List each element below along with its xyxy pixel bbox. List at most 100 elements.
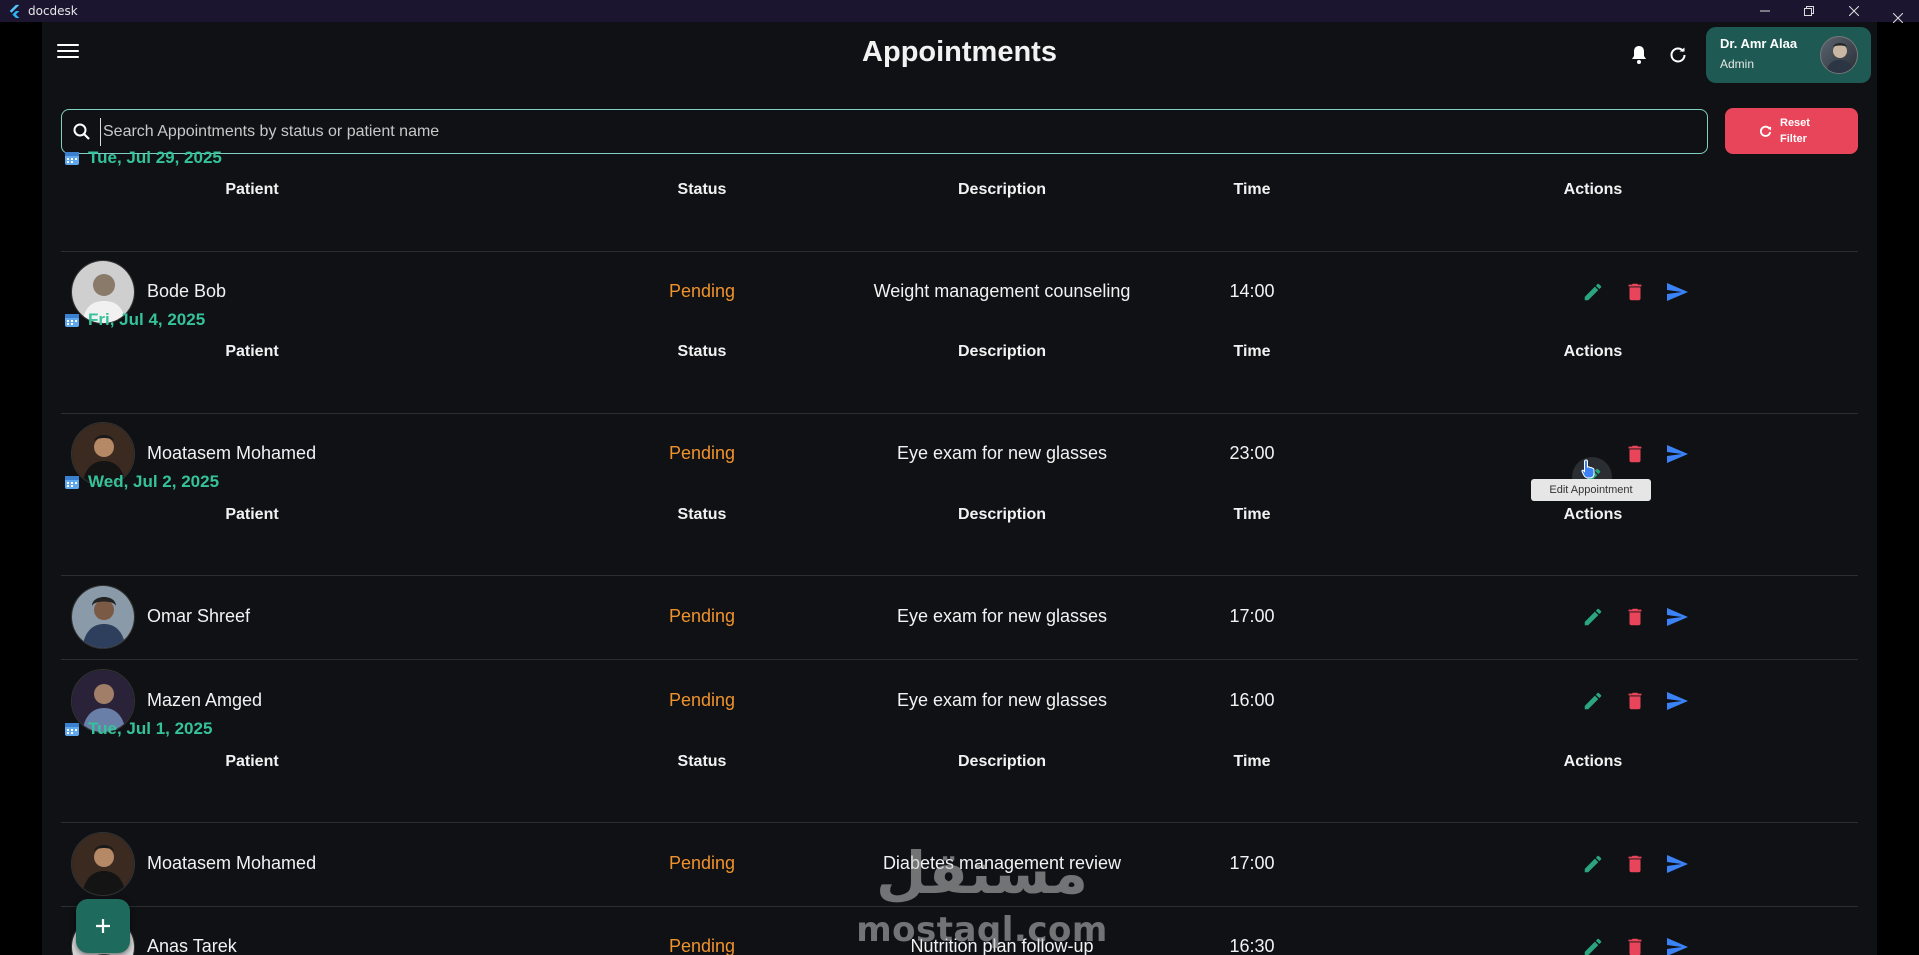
pencil-icon [1584,608,1602,626]
date-header: Fri, Jul 4, 2025 [64,310,205,330]
column-header-patient: Patient [225,181,279,198]
column-header-time: Time [1233,181,1271,198]
window-titlebar: docdesk [0,0,1919,22]
mouse-cursor-icon [1581,459,1595,479]
top-bar: Appointments Dr. Amr Alaa Admin [42,22,1877,86]
search-input[interactable] [100,118,1680,146]
close-icon [1893,13,1903,23]
delete-button[interactable] [1622,279,1648,305]
appointment-time: 14:00 [1229,281,1275,301]
send-button[interactable] [1664,688,1690,714]
trash-icon [1628,283,1642,301]
header-divider [61,575,1858,576]
date-label: Wed, Jul 2, 2025 [88,472,220,491]
column-header-description: Description [957,181,1046,198]
patient-name: Bode Bob [147,281,227,301]
send-icon [1667,445,1688,463]
send-button[interactable] [1664,604,1690,630]
user-avatar [1820,36,1858,74]
window-title: docdesk [28,4,78,18]
app-body: Appointments Dr. Amr Alaa Admin ResetFil… [42,22,1877,955]
column-header-status: Status [677,506,727,523]
patient-avatar [71,832,135,896]
flutter-logo-icon [9,4,20,18]
column-header-actions: Actions [1563,506,1623,523]
send-button[interactable] [1664,279,1690,305]
appointment-description: Eye exam for new glasses [896,443,1108,463]
date-header: Wed, Jul 2, 2025 [64,472,219,492]
appointment-time: 16:00 [1229,690,1275,710]
notifications-button[interactable] [1628,44,1650,66]
date-label: Tue, Jul 29, 2025 [88,148,222,167]
add-appointment-button[interactable] [76,899,130,953]
edit-button[interactable] [1580,851,1606,877]
patient-name: Mazen Amged [147,690,263,710]
patient-name: Moatasem Mohamed [147,443,317,463]
edit-button[interactable] [1580,279,1606,305]
trash-icon [1628,938,1642,955]
calendar-icon [65,723,79,736]
restore-button[interactable] [1794,0,1824,22]
date-header: Tue, Jul 29, 2025 [64,148,222,168]
close-window-button[interactable] [1839,0,1869,22]
user-name: Dr. Amr Alaa [1720,36,1798,51]
column-header-status: Status [677,181,727,198]
delete-button[interactable] [1622,441,1648,467]
column-header-patient: Patient [225,753,279,770]
tooltip: Edit Appointment [1531,479,1651,501]
send-button[interactable] [1664,441,1690,467]
send-icon [1667,692,1688,710]
minimize-button[interactable] [1750,0,1780,22]
refresh-button[interactable] [1667,44,1689,66]
appointment-time: 17:00 [1229,606,1275,626]
appointment-time: 16:30 [1229,936,1275,955]
trash-icon [1628,692,1642,710]
refresh-icon [1759,125,1772,137]
edit-button[interactable] [1580,688,1606,714]
edit-button[interactable] [1580,934,1606,955]
column-header-time: Time [1233,753,1271,770]
appointment-time: 23:00 [1229,443,1275,463]
header-divider [61,413,1858,414]
reset-filter-label: Reset Filter [1780,117,1810,145]
edit-button[interactable] [1580,604,1606,630]
delete-button[interactable] [1622,934,1648,955]
left-margin [0,22,42,955]
pencil-icon [1584,938,1602,955]
delete-button[interactable] [1622,688,1648,714]
column-header-status: Status [677,343,727,360]
column-header-time: Time [1233,343,1271,360]
patient-name: Anas Tarek [147,936,237,955]
date-header: Tue, Jul 1, 2025 [64,719,212,739]
search-icon [73,123,90,140]
trash-icon [1628,445,1642,463]
appointment-description: Eye exam for new glasses [896,690,1108,710]
column-header-actions: Actions [1563,181,1623,198]
send-button[interactable] [1664,851,1690,877]
right-margin [1877,13,1919,955]
reset-filter-button[interactable]: Reset Filter [1725,108,1858,154]
send-icon [1667,608,1688,626]
search-box [61,109,1708,154]
send-button[interactable] [1664,934,1690,955]
appointment-time: 17:00 [1229,853,1275,873]
delete-button[interactable] [1622,604,1648,630]
column-header-description: Description [957,753,1046,770]
column-header-description: Description [957,506,1046,523]
column-header-patient: Patient [225,506,279,523]
pencil-icon [1584,283,1602,301]
patient-name: Omar Shreef [147,606,251,626]
pencil-icon [1584,692,1602,710]
appointment-description: Nutrition plan follow-up [910,936,1094,955]
column-header-time: Time [1233,506,1271,523]
row-divider [61,659,1858,660]
restore-icon [1804,6,1814,16]
user-profile-chip[interactable]: Dr. Amr Alaa Admin [1706,27,1871,83]
column-header-actions: Actions [1563,753,1623,770]
bell-icon [1632,46,1646,64]
column-header-actions: Actions [1563,343,1623,360]
appointment-description: Weight management counseling [873,281,1131,301]
delete-button[interactable] [1622,851,1648,877]
outer-close-button[interactable] [1883,9,1913,27]
send-icon [1667,855,1688,873]
